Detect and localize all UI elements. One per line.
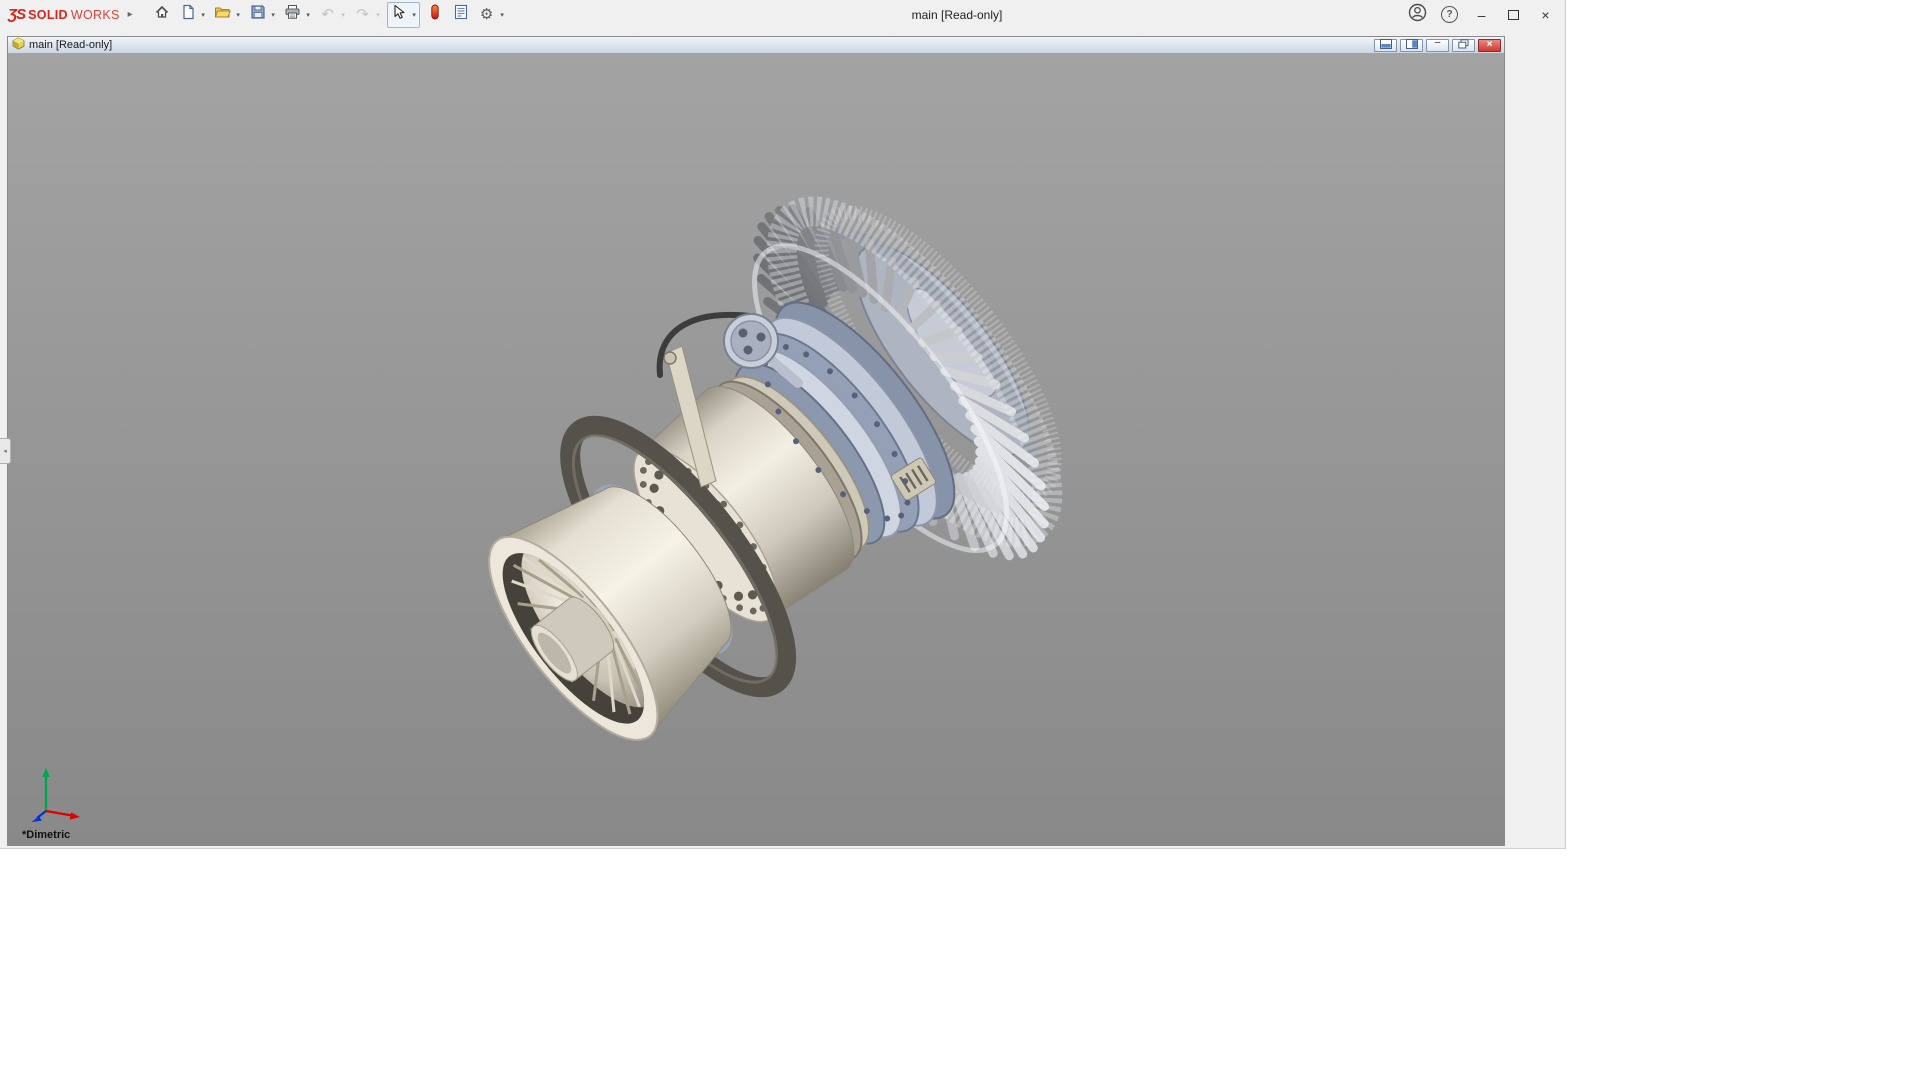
file-properties-group (450, 4, 472, 26)
undo-icon: ↶ (321, 6, 334, 23)
document-window: main [Read-only] – × *Dimetric (7, 36, 1505, 846)
y-axis-arrow (42, 768, 50, 777)
graphics-viewport[interactable]: *Dimetric (8, 53, 1504, 845)
file-properties-button[interactable] (450, 4, 472, 26)
x-axis-arrow (69, 812, 80, 820)
home-group (151, 4, 173, 26)
open-button[interactable] (212, 4, 234, 26)
new-document-icon (180, 4, 196, 25)
close-button[interactable]: × (1532, 3, 1559, 27)
open-dropdown-caret[interactable]: ▾ (234, 11, 243, 19)
solidworks-logo-mark: ƷS (8, 6, 26, 23)
help-icon: ? (1441, 6, 1458, 23)
home-icon (154, 4, 170, 25)
maximize-icon (1508, 9, 1519, 20)
view-orientation-label: *Dimetric (22, 829, 71, 841)
save-icon (250, 4, 266, 25)
redo-icon: ↷ (356, 6, 369, 23)
titlebar-controls: ? – × (1404, 3, 1559, 27)
open-folder-icon (214, 4, 232, 25)
assembly-document-icon (12, 37, 25, 53)
rebuild-stoplight-icon (427, 4, 443, 25)
options-button[interactable]: ⚙ (476, 4, 498, 26)
doc-close-button[interactable]: × (1478, 38, 1501, 52)
print-group: ▾ (282, 4, 313, 26)
save-dropdown-caret[interactable]: ▾ (269, 11, 278, 19)
rebuild-group (424, 4, 446, 26)
print-button[interactable] (282, 4, 304, 26)
minimize-button[interactable]: – (1468, 3, 1495, 27)
window-title: main [Read-only] (911, 7, 1003, 22)
user-account-button[interactable] (1404, 3, 1431, 27)
print-dropdown-caret[interactable]: ▾ (304, 11, 313, 19)
undo-button: ↶ (317, 4, 339, 26)
select-cursor-icon (391, 4, 406, 25)
minimize-icon: – (1477, 6, 1486, 23)
new-document-button[interactable] (177, 4, 199, 26)
redo-group: ↷ ▾ (352, 4, 383, 26)
save-button[interactable] (247, 4, 269, 26)
doc-minimize-button[interactable]: – (1426, 37, 1449, 52)
user-account-icon (1408, 3, 1427, 27)
help-button[interactable]: ? (1436, 3, 1463, 27)
orientation-triad[interactable] (20, 761, 98, 825)
pane-left-button[interactable] (1374, 38, 1397, 52)
options-group: ⚙ ▾ (476, 4, 507, 26)
redo-dropdown-caret: ▾ (376, 11, 380, 19)
redo-button: ↷ (352, 4, 374, 26)
close-icon: × (1541, 6, 1550, 23)
undo-dropdown-caret: ▾ (341, 11, 345, 19)
undo-group: ↶ ▾ (317, 4, 348, 26)
file-properties-icon (453, 4, 469, 25)
engine-assembly (488, 196, 1063, 741)
new-document-dropdown-caret[interactable]: ▾ (199, 11, 208, 19)
solidworks-app-window: ƷS SOLID WORKS ▸ ▾ ▾ ▾ ▾ ↶ ▾ ↷ ▾ ▾ ⚙ ▾ m… (0, 0, 1566, 849)
pane-right-icon (1405, 38, 1418, 52)
document-window-controls: – × (1374, 37, 1501, 52)
solidworks-logo: ƷS SOLID WORKS (8, 6, 120, 23)
menu-expand-arrow-icon[interactable]: ▸ (128, 9, 133, 20)
select-button[interactable] (388, 4, 410, 26)
doc-restore-icon (1458, 38, 1469, 52)
pane-left-icon (1379, 38, 1392, 52)
document-titlebar[interactable]: main [Read-only] – × (8, 37, 1504, 54)
open-group: ▾ (212, 4, 243, 26)
solidworks-logo-text-light: WORKS (70, 8, 120, 22)
app-titlebar: ƷS SOLID WORKS ▸ ▾ ▾ ▾ ▾ ↶ ▾ ↷ ▾ ▾ ⚙ ▾ m… (0, 0, 1565, 29)
pane-right-button[interactable] (1400, 38, 1423, 52)
document-title: main [Read-only] (29, 39, 113, 51)
options-gear-icon: ⚙ (479, 6, 494, 23)
main-toolbar: ▾ ▾ ▾ ▾ ↶ ▾ ↷ ▾ ▾ ⚙ ▾ (149, 1, 509, 28)
doc-close-icon: × (1486, 39, 1493, 50)
maximize-button[interactable] (1500, 3, 1527, 27)
rebuild-button[interactable] (424, 4, 446, 26)
new-document-group: ▾ (177, 4, 208, 26)
panel-collapse-handle[interactable]: ◂ (0, 438, 11, 464)
select-dropdown-caret[interactable]: ▾ (410, 11, 419, 19)
doc-restore-button[interactable] (1452, 38, 1475, 52)
options-dropdown-caret[interactable]: ▾ (498, 11, 507, 19)
save-group: ▾ (247, 4, 278, 26)
select-tool-group: ▾ (386, 1, 420, 28)
doc-minimize-icon: – (1434, 37, 1441, 48)
engine-model (488, 196, 1063, 741)
solidworks-logo-text-bold: SOLID (28, 8, 68, 22)
home-button[interactable] (151, 4, 173, 26)
collapse-chevron-icon: ◂ (3, 448, 7, 455)
print-icon (284, 4, 301, 25)
